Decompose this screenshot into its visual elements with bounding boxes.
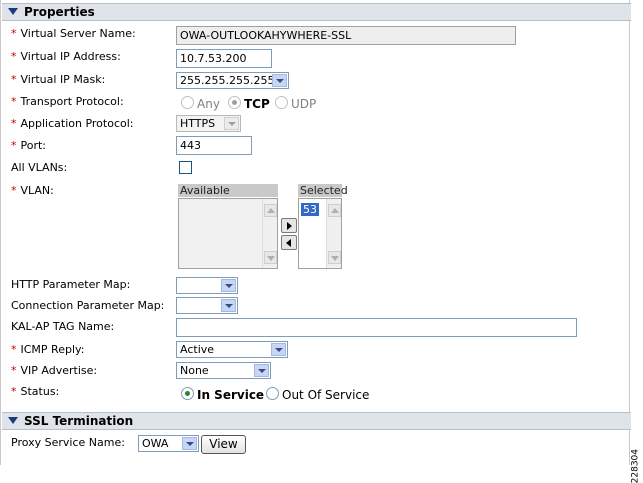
all-vlans-label: All VLANs: [11,161,68,174]
http-parameter-map-select[interactable] [176,277,238,294]
status-label: * Status: [11,385,60,398]
all-vlans-checkbox[interactable] [179,161,192,174]
vip-advertise-select[interactable]: None [176,362,271,379]
virtual-server-name-field[interactable]: OWA-OUTLOOKAHYWHERE-SSL [176,26,516,45]
chevron-down-icon [224,117,239,130]
scroll-down-icon[interactable] [264,251,277,264]
transport-udp-radio[interactable] [275,96,288,109]
scroll-up-icon[interactable] [264,204,277,217]
port-input[interactable]: 443 [176,136,252,155]
figure-id: 228304 [630,449,640,483]
view-button[interactable]: View [201,435,246,454]
vlan-label: * VLAN: [11,184,54,197]
scroll-down-icon[interactable] [328,251,341,264]
icmp-reply-label: * ICMP Reply: [11,343,85,356]
available-list-scrollbar[interactable] [262,199,277,268]
transport-any-label: Any [197,97,220,111]
vlan-available-header: Available [178,184,278,197]
vlan-selected-header: Selected [298,184,348,197]
vlan-selected-item[interactable]: 53 [301,203,319,216]
selected-list-scrollbar[interactable] [326,199,341,268]
application-protocol-label: * Application Protocol: [11,117,134,130]
virtual-ip-address-input[interactable]: 10.7.53.200 [176,49,272,68]
transport-tcp-label: TCP [244,97,270,111]
virtual-ip-mask-select[interactable]: 255.255.255.255 [176,72,289,89]
http-parameter-map-label: HTTP Parameter Map: [11,278,131,291]
scroll-up-icon[interactable] [328,204,341,217]
virtual-ip-mask-label: * Virtual IP Mask: [11,73,106,86]
connection-parameter-map-label: Connection Parameter Map: [11,299,165,312]
virtual-ip-address-label: * Virtual IP Address: [11,50,121,63]
chevron-down-icon [271,343,286,356]
port-label: * Port: [11,139,47,152]
move-right-button[interactable] [281,218,297,233]
move-left-button[interactable] [281,235,297,250]
virtual-server-name-label: * Virtual Server Name: [11,27,136,40]
status-in-service-label: In Service [197,388,265,402]
properties-section-header[interactable]: Properties [2,3,631,21]
application-protocol-select[interactable]: HTTPS [176,115,241,132]
status-out-of-service-radio[interactable] [266,387,279,400]
status-out-of-service-label: Out Of Service [282,388,370,402]
icmp-reply-select[interactable]: Active [176,341,288,358]
proxy-service-name-label: Proxy Service Name: [11,436,125,449]
ssl-termination-section-header[interactable]: SSL Termination [2,412,631,430]
transport-tcp-radio[interactable] [228,96,241,109]
vip-advertise-label: * VIP Advertise: [11,364,98,377]
chevron-down-icon [182,437,197,450]
collapse-triangle-icon[interactable] [8,417,18,424]
transport-protocol-label: * Transport Protocol: [11,95,124,108]
vlan-available-list[interactable] [178,198,278,269]
chevron-down-icon [221,299,236,312]
status-in-service-radio[interactable] [181,387,194,400]
properties-title: Properties [24,5,95,19]
chevron-down-icon [254,364,269,377]
transport-udp-label: UDP [291,97,317,111]
properties-panel: Properties * Virtual Server Name: OWA-OUT… [0,0,631,465]
kal-ap-tag-name-input[interactable] [176,318,577,337]
proxy-service-name-select[interactable]: OWA [138,435,199,452]
connection-parameter-map-select[interactable] [176,297,238,314]
collapse-triangle-icon[interactable] [8,8,18,15]
vlan-selected-list[interactable]: 53 [298,198,342,269]
chevron-down-icon [272,74,287,87]
kal-ap-tag-name-label: KAL-AP TAG Name: [11,320,115,333]
transport-any-radio[interactable] [181,96,194,109]
chevron-down-icon [221,279,236,292]
ssl-termination-title: SSL Termination [24,414,134,428]
